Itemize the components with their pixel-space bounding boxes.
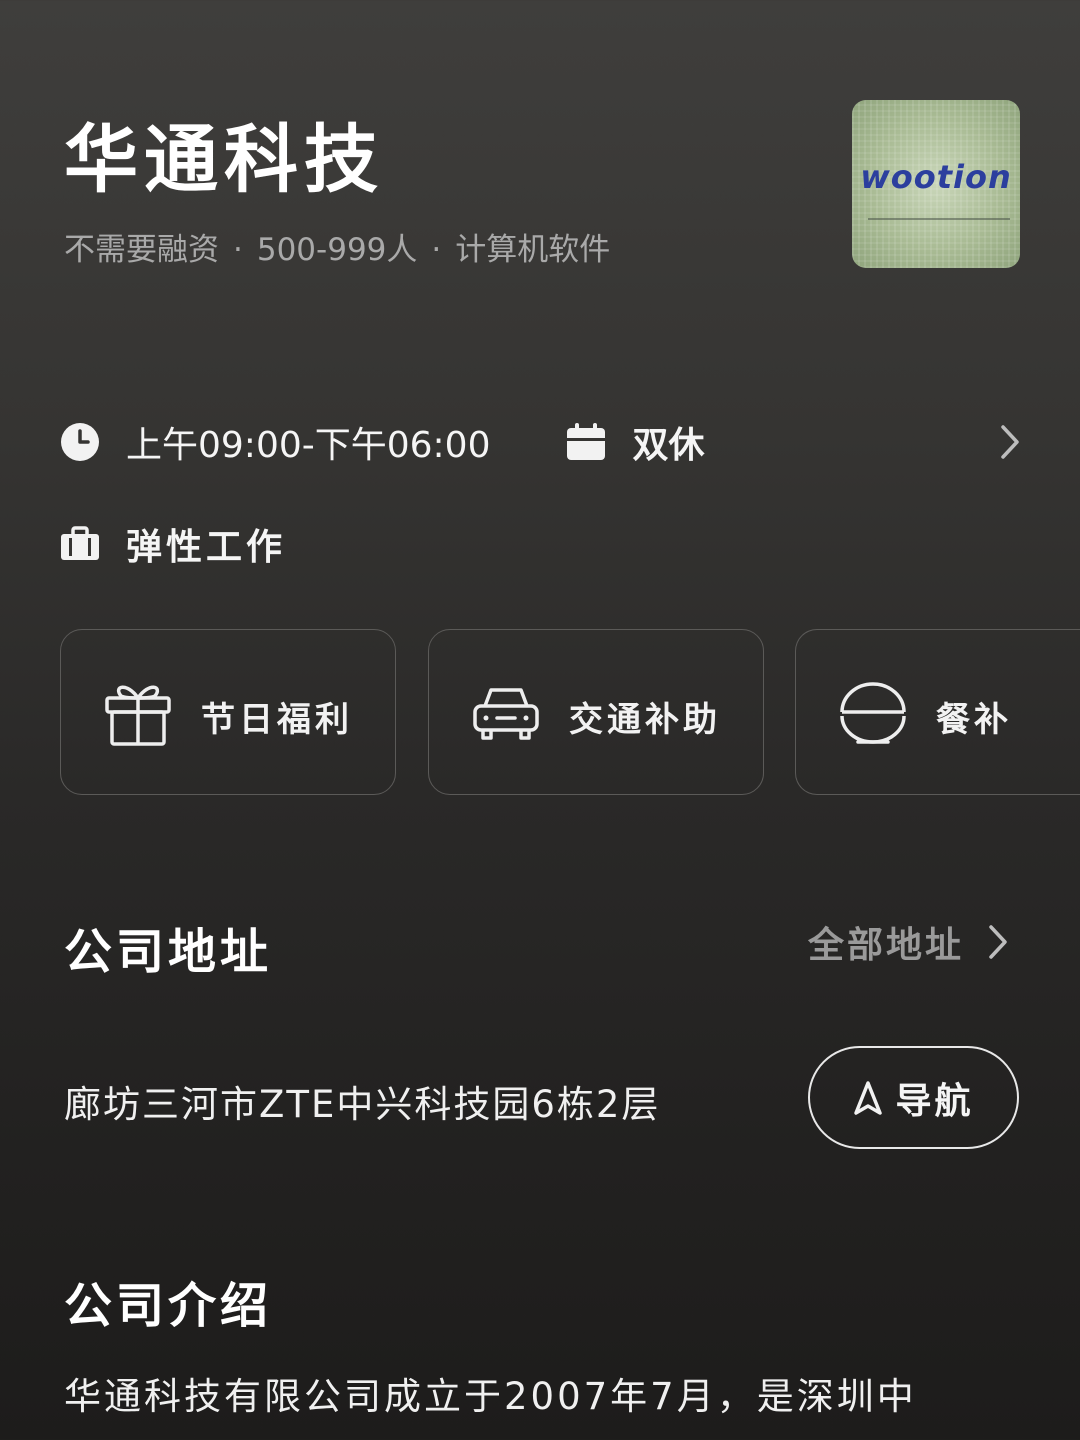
- rice-bowl-icon: [840, 682, 906, 744]
- navigate-button[interactable]: 导航: [808, 1046, 1019, 1149]
- all-addresses-link[interactable]: 全部地址: [808, 916, 1010, 968]
- benefit-label: 节日福利: [201, 700, 353, 740]
- chevron-right-icon: [986, 922, 1010, 962]
- company-intro-text: 华通科技有限公司成立于2007年7月，是深圳中: [64, 1375, 917, 1418]
- company-name: 华通科技: [64, 117, 384, 203]
- gift-icon: [105, 685, 171, 746]
- logo-text: wootion: [860, 158, 1012, 196]
- company-meta: 不需要融资 · 500-999人 · 计算机软件: [64, 228, 610, 272]
- benefit-card-transport[interactable]: 交通补助: [428, 629, 764, 795]
- rest-schedule-text: 双休: [632, 425, 705, 466]
- logo-underline: [868, 218, 1010, 220]
- meta-separator: ·: [431, 232, 442, 268]
- company-logo[interactable]: wootion: [852, 100, 1020, 268]
- chevron-right-icon[interactable]: [998, 422, 1022, 462]
- briefcase-icon: [60, 526, 100, 562]
- company-financing: 不需要融资: [64, 232, 219, 268]
- work-style-text: 弹性工作: [126, 527, 287, 568]
- calendar-icon: [566, 422, 606, 462]
- all-addresses-label: 全部地址: [808, 925, 965, 966]
- work-hours-row[interactable]: 上午09:00-下午06:00 双休: [60, 414, 1022, 470]
- work-style-row: 弹性工作: [60, 516, 286, 572]
- benefit-card-meal[interactable]: 餐补: [795, 629, 1080, 795]
- navigation-arrow-icon: [853, 1080, 883, 1116]
- company-size: 500-999人: [256, 232, 418, 268]
- company-industry: 计算机软件: [455, 232, 611, 268]
- intro-section-title: 公司介绍: [64, 1278, 273, 1334]
- navigate-label: 导航: [895, 1080, 974, 1122]
- benefit-card-holiday[interactable]: 节日福利: [60, 629, 396, 795]
- benefit-label: 餐补: [936, 700, 1012, 740]
- benefit-label: 交通补助: [569, 700, 721, 740]
- company-address: 廊坊三河市ZTE中兴科技园6栋2层: [64, 1083, 661, 1126]
- car-icon: [473, 688, 539, 740]
- address-section-title: 公司地址: [64, 924, 273, 980]
- work-hours-text: 上午09:00-下午06:00: [126, 425, 491, 466]
- clock-icon: [60, 422, 100, 462]
- meta-separator: ·: [233, 232, 243, 268]
